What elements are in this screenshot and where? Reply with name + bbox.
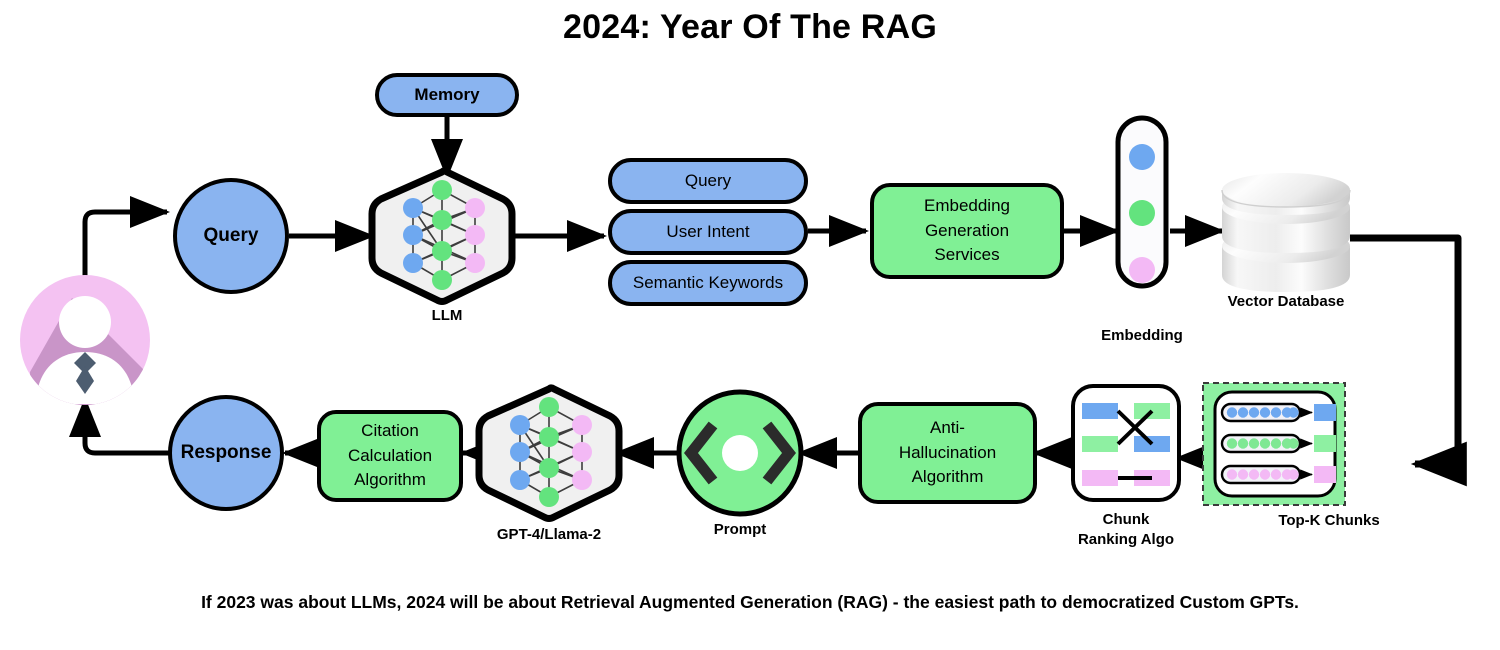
connector-response-to-user [68,397,170,456]
node-embedding-generation-services[interactable] [870,183,1064,279]
node-llm[interactable] [368,167,516,305]
node-vector-database[interactable] [1221,173,1351,292]
node-prompt[interactable] [676,389,804,517]
node-topk-chunks[interactable] [1202,382,1346,506]
chunk-ranking-caption-line-1: Chunk [1102,511,1150,528]
node-anti-hallucination-algorithm[interactable] [858,402,1037,504]
embedding-caption: Embedding [1101,327,1183,344]
embedding-dot-blue [1129,144,1155,170]
chunk-ranking-caption-line-2: Ranking Algo [1077,530,1175,548]
embedding-dot-pink [1129,257,1155,283]
node-output-semantic-keywords[interactable] [608,260,808,306]
topk-chunks-caption: Top-K Chunks [1278,512,1380,529]
topk-row-pink [1220,464,1336,485]
node-output-user-intent[interactable] [608,209,808,255]
node-embedding[interactable] [1115,115,1169,289]
node-output-query[interactable] [608,158,808,204]
node-citation-calculation-algorithm[interactable] [317,410,463,502]
diagram-canvas: 2024: Year Of The RAG Query Memory LLM Q… [0,0,1500,650]
node-query-circle[interactable] [173,178,289,294]
connector-user-to-query [82,195,170,280]
embedding-dot-green [1129,200,1155,226]
gpt-caption: GPT-4/Llama-2 [496,526,602,543]
database-cylinder-icon [1221,173,1351,292]
chunk-ranking-caption: Chunk Ranking Algo [1046,510,1206,549]
connector-vectordb-to-topk [1350,234,1467,487]
node-chunk-ranking-algo[interactable] [1071,384,1181,502]
topk-row-blue [1220,402,1336,423]
footer-caption: If 2023 was about LLMs, 2024 will be abo… [201,592,1299,612]
node-memory[interactable] [375,73,519,117]
llm-caption: LLM [431,307,463,324]
node-gpt4-llama2[interactable] [475,384,623,522]
topk-row-green [1220,433,1336,454]
diagram-svg [20,73,1467,522]
node-response-circle[interactable] [168,395,284,511]
avatar [20,275,150,405]
prompt-caption: Prompt [713,521,767,538]
vector-database-caption: Vector Database [1227,293,1345,310]
